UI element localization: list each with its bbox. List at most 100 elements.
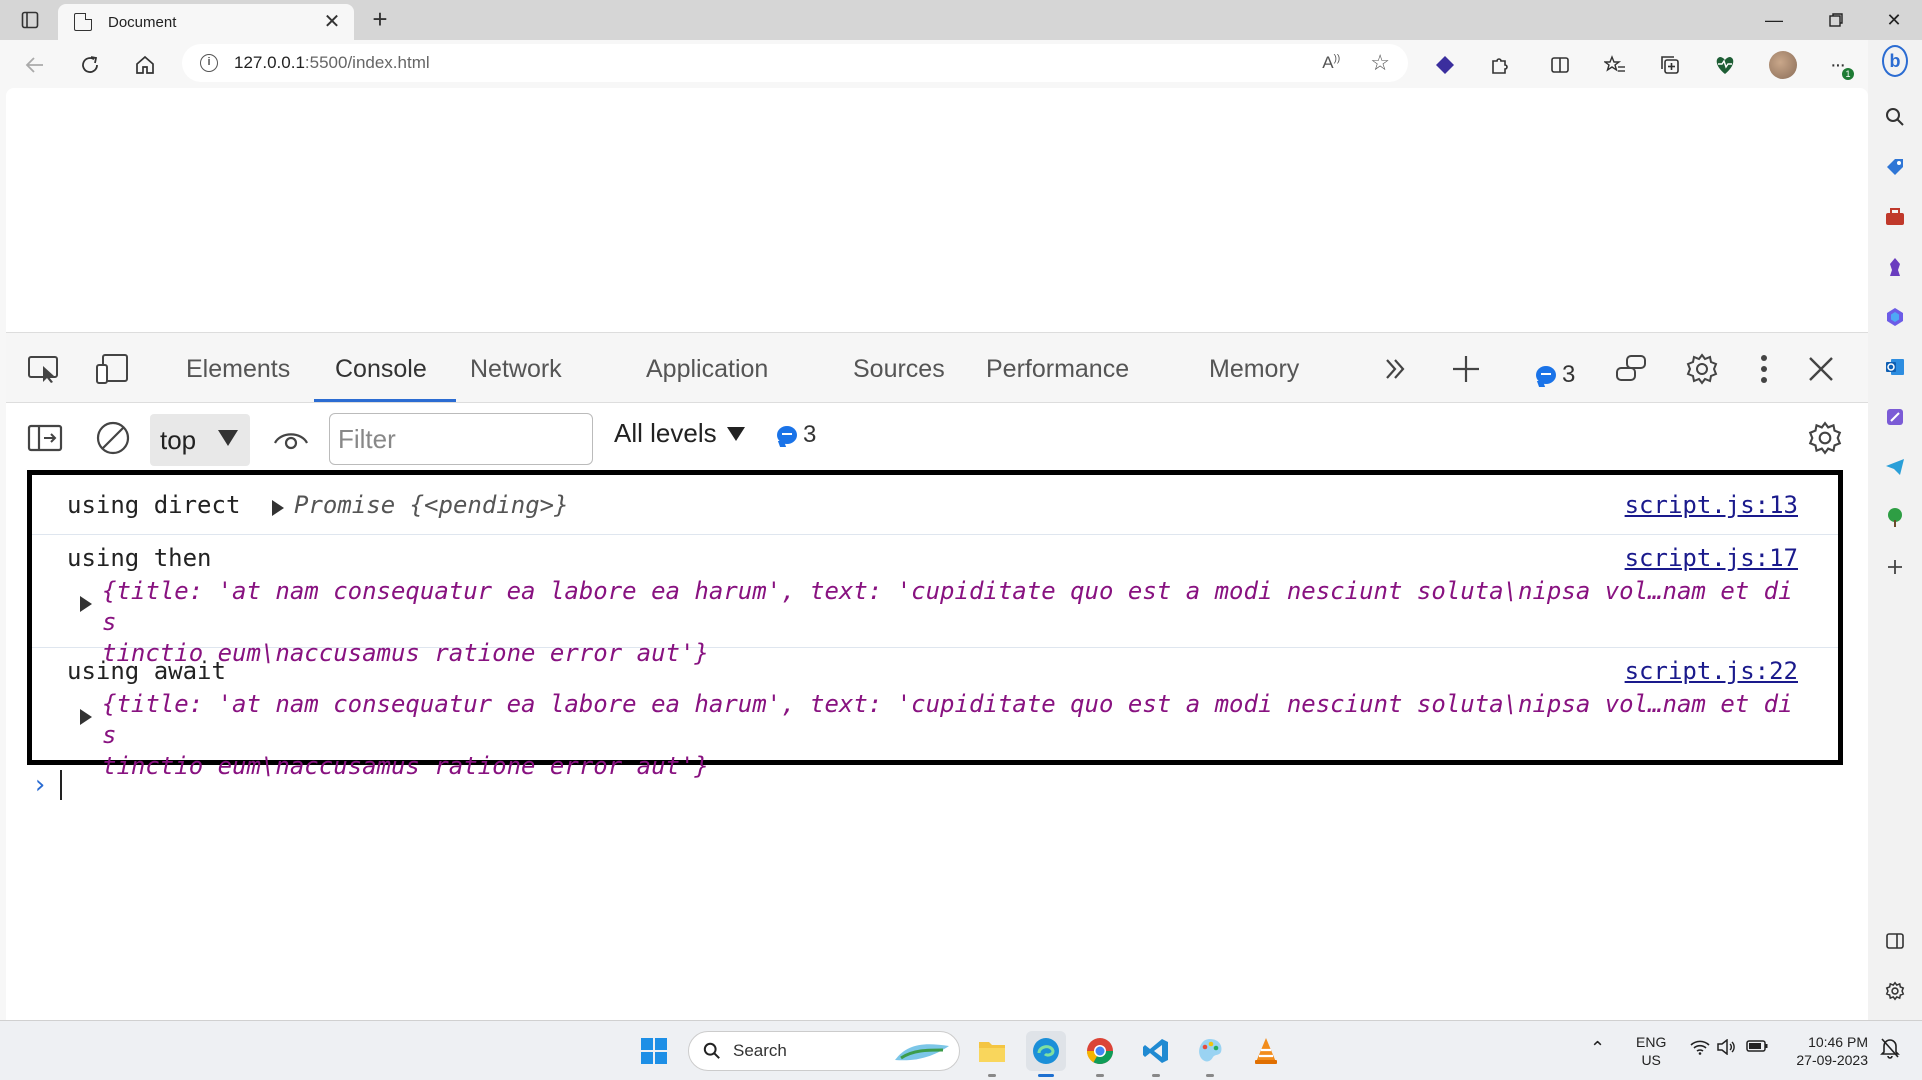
language-indicator[interactable]: ENG US xyxy=(1636,1033,1666,1069)
expand-triangle-icon[interactable] xyxy=(80,596,92,612)
split-screen-icon[interactable] xyxy=(1545,50,1575,80)
favorites-icon[interactable] xyxy=(1600,50,1630,80)
tab-sources[interactable]: Sources xyxy=(853,355,945,384)
collections-icon[interactable] xyxy=(1655,50,1685,80)
url-text[interactable]: 127.0.0.1:5500/index.html xyxy=(234,53,430,73)
inspect-element-icon[interactable] xyxy=(26,351,62,387)
tab-elements[interactable]: Elements xyxy=(186,355,290,384)
chrome-icon[interactable] xyxy=(1080,1031,1120,1077)
sidebar-settings-icon[interactable] xyxy=(1882,978,1908,1004)
chevron-down-icon xyxy=(726,426,745,441)
tab-performance[interactable]: Performance xyxy=(986,355,1129,384)
designer-icon[interactable] xyxy=(1882,404,1908,430)
home-icon[interactable] xyxy=(130,50,160,80)
connected-devices-icon[interactable] xyxy=(1614,351,1650,387)
wifi-icon[interactable] xyxy=(1690,1039,1710,1059)
page-viewport xyxy=(6,88,1868,332)
address-bar[interactable]: i 127.0.0.1:5500/index.html A)) ☆ xyxy=(182,44,1408,82)
copilot-icon[interactable]: b xyxy=(1882,45,1908,77)
show-sidebar-icon[interactable] xyxy=(26,419,64,457)
context-selector[interactable]: top xyxy=(150,414,250,466)
games-chess-icon[interactable] xyxy=(1882,254,1908,280)
vlc-icon[interactable] xyxy=(1246,1031,1286,1071)
close-window-button[interactable]: ✕ xyxy=(1866,0,1922,40)
tree-icon[interactable] xyxy=(1882,504,1908,530)
log-promise[interactable]: Promise {<pending>} xyxy=(294,491,569,519)
extension-purple-icon[interactable] xyxy=(1430,50,1460,80)
expand-triangle-icon[interactable] xyxy=(272,500,284,516)
windows-start-icon[interactable] xyxy=(634,1031,674,1071)
restore-button[interactable] xyxy=(1808,0,1864,40)
paint-icon[interactable] xyxy=(1190,1031,1230,1077)
console-toolbar: top All levels 3 xyxy=(6,404,1868,470)
tab-application[interactable]: Application xyxy=(646,355,768,384)
vscode-icon[interactable] xyxy=(1136,1031,1176,1077)
file-explorer-icon[interactable] xyxy=(972,1031,1012,1077)
show-hidden-icons-chevron[interactable]: ⌃ xyxy=(1590,1039,1605,1057)
log-message: using direct xyxy=(67,491,241,519)
profile-avatar[interactable] xyxy=(1768,50,1798,80)
hide-sidebar-icon[interactable] xyxy=(1882,928,1908,954)
extensions-puzzle-icon[interactable] xyxy=(1485,50,1515,80)
device-toolbar-icon[interactable] xyxy=(94,351,130,387)
tab-network[interactable]: Network xyxy=(470,355,562,384)
browser-tab[interactable]: Document ✕ xyxy=(58,4,354,40)
browser-essentials-icon[interactable] xyxy=(1710,50,1740,80)
filter-input[interactable] xyxy=(329,413,593,465)
outlook-icon[interactable] xyxy=(1882,354,1908,380)
more-tabs-icon[interactable] xyxy=(1378,351,1414,387)
source-link[interactable]: script.js:17 xyxy=(1625,544,1798,572)
favorite-star-icon[interactable]: ☆ xyxy=(1370,50,1390,76)
search-icon[interactable] xyxy=(1882,104,1908,130)
log-levels-dropdown[interactable]: All levels xyxy=(614,418,745,449)
issues-badge[interactable]: 3 xyxy=(1536,361,1575,389)
battery-icon[interactable] xyxy=(1746,1039,1768,1057)
tools-briefcase-icon[interactable] xyxy=(1882,204,1908,230)
microsoft-365-icon[interactable] xyxy=(1882,304,1908,330)
customize-menu-icon[interactable] xyxy=(1746,351,1782,387)
edge-browser-icon[interactable] xyxy=(1026,1031,1066,1077)
site-info-icon[interactable]: i xyxy=(200,54,218,72)
more-options-icon[interactable]: ··· 1 xyxy=(1822,50,1854,80)
shopping-tag-icon[interactable] xyxy=(1882,154,1908,180)
log-message: using await xyxy=(67,657,226,685)
tab-console[interactable]: Console xyxy=(335,355,427,384)
console-output: using direct Promise {<pending>} script.… xyxy=(27,470,1843,780)
console-settings-icon[interactable] xyxy=(1806,419,1844,457)
expand-triangle-icon[interactable] xyxy=(80,709,92,725)
live-expression-eye-icon[interactable] xyxy=(272,419,310,457)
taskbar-search[interactable]: Search xyxy=(688,1031,960,1071)
search-icon xyxy=(703,1042,720,1059)
messages-badge[interactable]: 3 xyxy=(777,421,816,449)
send-telegram-icon[interactable] xyxy=(1882,454,1908,480)
document-icon xyxy=(74,13,92,31)
console-input-caret[interactable] xyxy=(60,770,62,800)
tab-memory[interactable]: Memory xyxy=(1209,355,1299,384)
devtools-settings-icon[interactable] xyxy=(1684,351,1720,387)
tab-actions-icon[interactable] xyxy=(18,8,42,32)
log-object[interactable]: {title: 'at nam consequatur ea labore ea… xyxy=(102,689,1802,782)
read-aloud-icon[interactable]: A)) xyxy=(1322,53,1340,73)
clock[interactable]: 10:46 PM 27-09-2023 xyxy=(1786,1033,1868,1069)
add-sidebar-app-icon[interactable] xyxy=(1882,554,1908,580)
close-tab-icon[interactable]: ✕ xyxy=(320,10,344,34)
close-devtools-icon[interactable] xyxy=(1803,351,1839,387)
notifications-icon[interactable] xyxy=(1880,1037,1900,1063)
console-prompt-icon: › xyxy=(32,770,48,800)
source-link[interactable]: script.js:22 xyxy=(1625,657,1798,685)
refresh-icon[interactable] xyxy=(75,50,105,80)
log-message: using then xyxy=(67,544,212,572)
volume-icon[interactable] xyxy=(1716,1038,1736,1059)
minimize-button[interactable]: — xyxy=(1746,0,1802,40)
chevron-down-icon xyxy=(218,430,238,446)
new-tab-button[interactable]: + xyxy=(366,6,394,34)
clear-console-icon[interactable] xyxy=(94,419,132,457)
console-entry: using then script.js:17 {title: 'at nam … xyxy=(32,536,1838,667)
devtools-tab-bar: Elements Console Network Application Sou… xyxy=(6,333,1868,403)
active-tab-indicator xyxy=(314,399,456,402)
message-bubble-icon xyxy=(1536,366,1556,384)
source-link[interactable]: script.js:13 xyxy=(1625,491,1798,519)
search-highlight-icon xyxy=(895,1044,949,1061)
add-tab-icon[interactable] xyxy=(1448,351,1484,387)
back-icon[interactable] xyxy=(20,50,50,80)
